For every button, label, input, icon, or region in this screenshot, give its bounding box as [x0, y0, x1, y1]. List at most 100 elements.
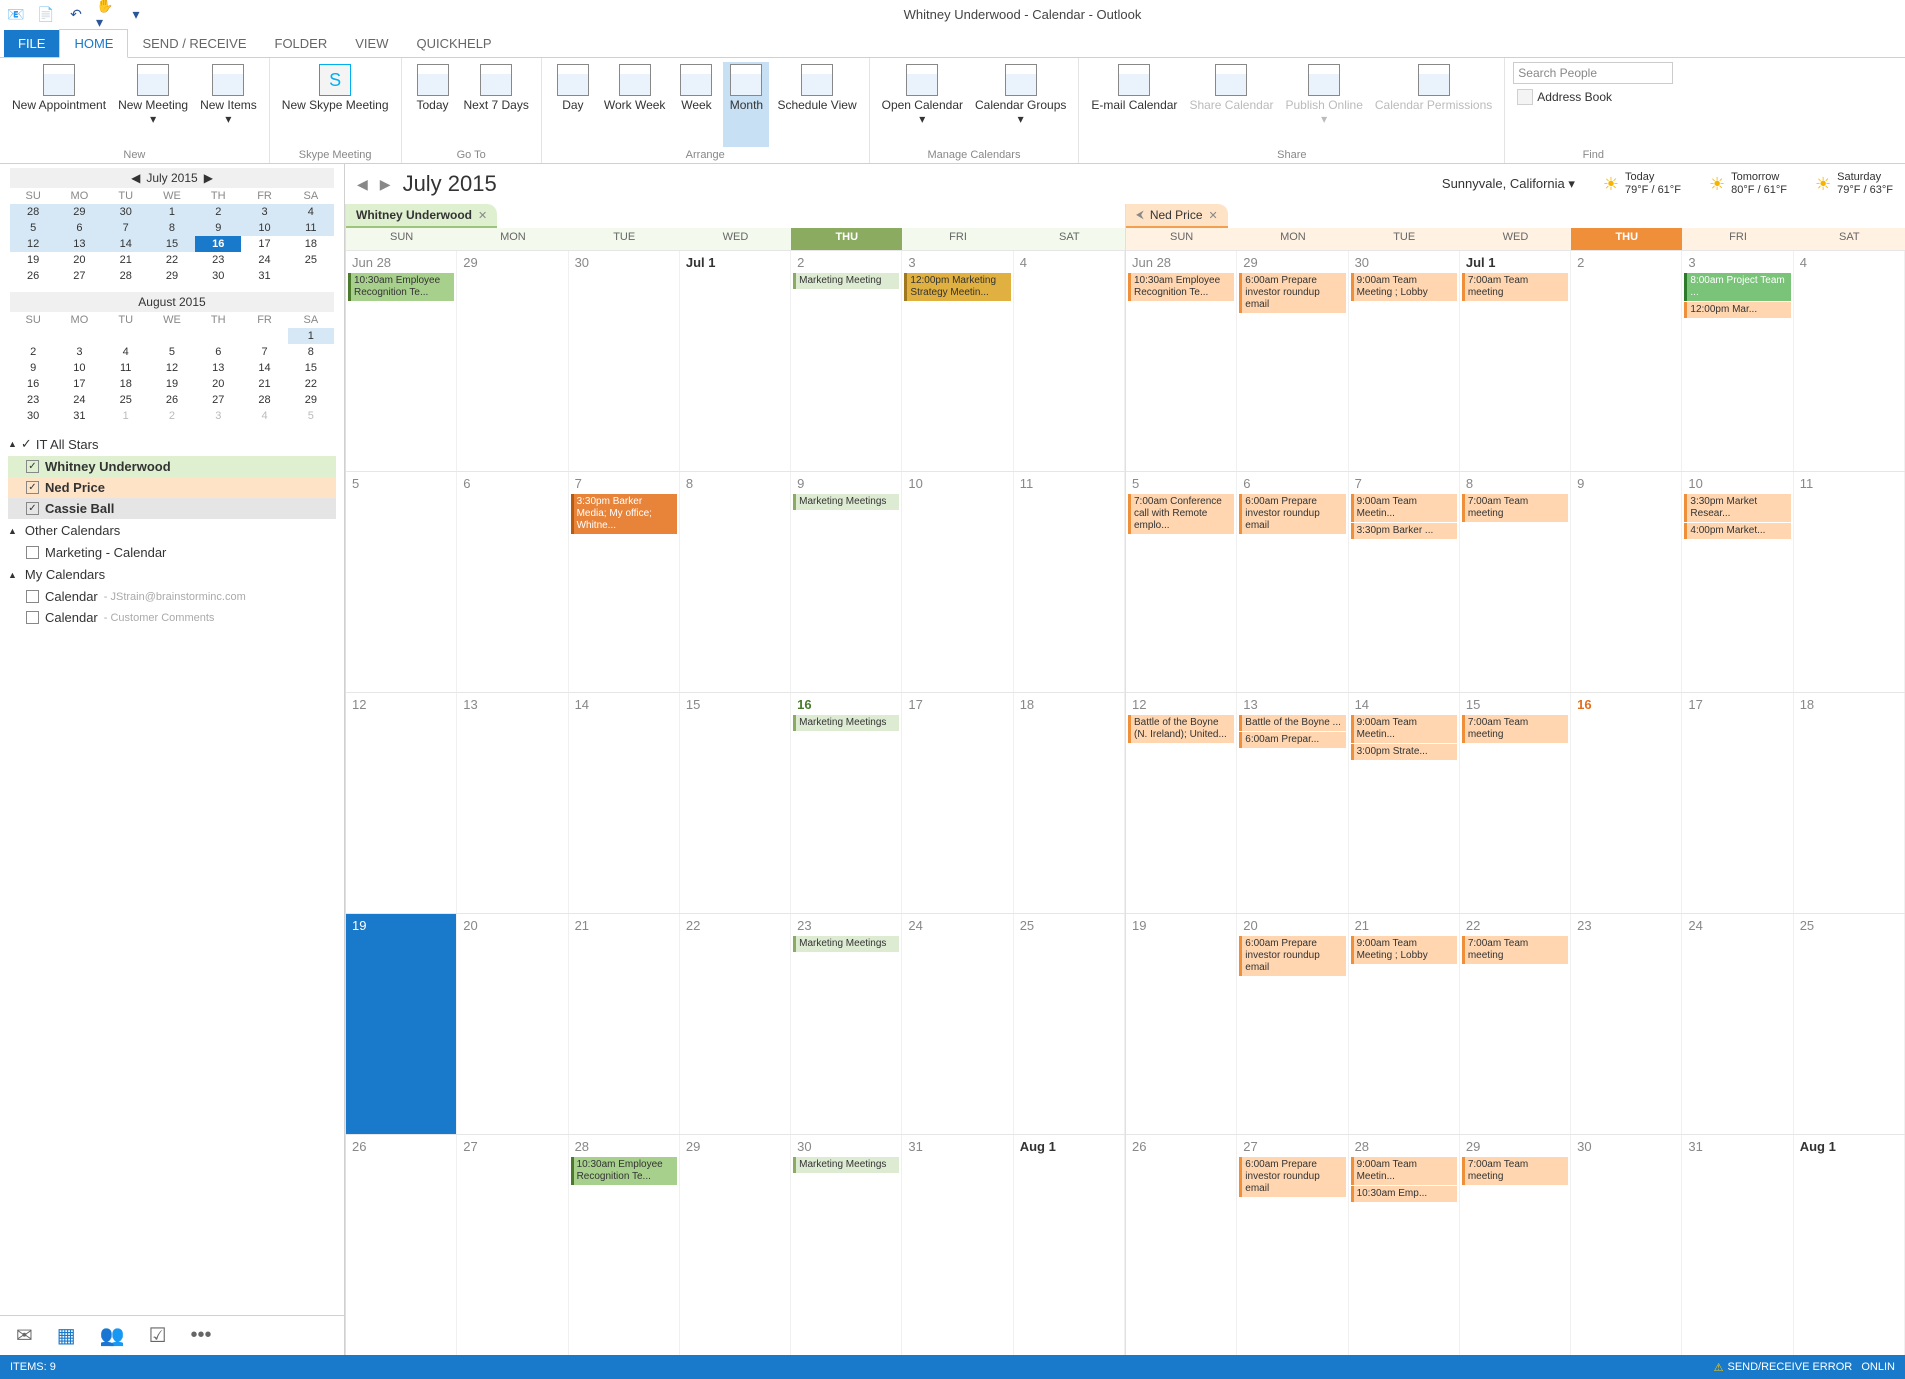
- calendar-cell[interactable]: 2Marketing Meeting: [791, 251, 902, 471]
- mini-day[interactable]: 4: [103, 344, 149, 360]
- calendar-cell[interactable]: 206:00am Prepare investor roundup email: [1237, 914, 1348, 1134]
- calendar-event[interactable]: 6:00am Prepare investor roundup email: [1239, 936, 1345, 976]
- mini-day[interactable]: [10, 328, 56, 344]
- date-navigator-august[interactable]: August 2015 SUMOTUWETHFRSA12345678910111…: [0, 288, 344, 428]
- mini-day[interactable]: 16: [195, 236, 241, 252]
- tab-home[interactable]: HOME: [59, 29, 128, 58]
- calendar-cell[interactable]: Jul 1: [680, 251, 791, 471]
- calendar-cell[interactable]: 26: [1126, 1135, 1237, 1355]
- tab-send-receive[interactable]: SEND / RECEIVE: [128, 30, 260, 57]
- calendar-cell[interactable]: 17: [902, 693, 1013, 913]
- calendar-item-cassie[interactable]: ✓Cassie Ball: [8, 498, 336, 519]
- checkbox-icon[interactable]: [26, 611, 39, 624]
- calendar-event[interactable]: 6:00am Prepare investor roundup email: [1239, 1157, 1345, 1197]
- mini-day[interactable]: 28: [241, 392, 287, 408]
- calendar-cell[interactable]: Jul 17:00am Team meeting: [1460, 251, 1571, 471]
- calendar-cell[interactable]: 12: [346, 693, 457, 913]
- mini-day[interactable]: 14: [103, 236, 149, 252]
- calendar-event[interactable]: 3:00pm Strate...: [1351, 744, 1457, 760]
- qat-touch-icon[interactable]: ✋▾: [96, 4, 116, 24]
- mini-day[interactable]: 12: [10, 236, 56, 252]
- mini-day[interactable]: 4: [241, 408, 287, 424]
- calendar-event[interactable]: 8:00am Project Team ...: [1684, 273, 1790, 301]
- calendar-icon[interactable]: ▦: [57, 1323, 76, 1348]
- calendar-event[interactable]: 7:00am Team meeting: [1462, 715, 1568, 743]
- calendar-cell[interactable]: 17: [1682, 693, 1793, 913]
- checkbox-icon[interactable]: ✓: [26, 481, 39, 494]
- calendar-event[interactable]: Battle of the Boyne (N. Ireland); United…: [1128, 715, 1234, 743]
- people-icon[interactable]: 👥: [100, 1323, 125, 1348]
- calendar-cell[interactable]: 18: [1014, 693, 1125, 913]
- calendar-cell[interactable]: 29: [457, 251, 568, 471]
- new-skype-meeting-button[interactable]: SNew Skype Meeting: [278, 62, 393, 147]
- mini-day[interactable]: 19: [149, 376, 195, 392]
- mini-day[interactable]: 24: [56, 392, 102, 408]
- close-icon[interactable]: ✕: [478, 209, 487, 222]
- mini-day[interactable]: 29: [149, 268, 195, 284]
- calendar-event[interactable]: 9:00am Team Meetin...: [1351, 1157, 1457, 1185]
- week-view-button[interactable]: Week: [673, 62, 719, 147]
- mini-day[interactable]: 23: [195, 252, 241, 268]
- calendar-event[interactable]: 6:00am Prepare investor roundup email: [1239, 494, 1345, 534]
- calendar-cell[interactable]: 10: [902, 472, 1013, 692]
- calendar-cell[interactable]: 5: [346, 472, 457, 692]
- mini-day[interactable]: 3: [195, 408, 241, 424]
- mini-day[interactable]: 1: [149, 204, 195, 220]
- schedule-view-button[interactable]: Schedule View: [773, 62, 860, 147]
- calendar-cell[interactable]: 309:00am Team Meeting ; Lobby: [1349, 251, 1460, 471]
- mini-day[interactable]: 9: [10, 360, 56, 376]
- calendar-cell[interactable]: 219:00am Team Meeting ; Lobby: [1349, 914, 1460, 1134]
- mini-day[interactable]: 20: [56, 252, 102, 268]
- calendar-event[interactable]: 10:30am Emp...: [1351, 1186, 1457, 1202]
- grid-tab-whitney[interactable]: Whitney Underwood✕: [346, 204, 497, 228]
- calendar-event[interactable]: Battle of the Boyne ...: [1239, 715, 1345, 731]
- calendar-cell[interactable]: 276:00am Prepare investor roundup email: [1237, 1135, 1348, 1355]
- calendar-cell[interactable]: 73:30pm Barker Media; My office; Whitne.…: [569, 472, 680, 692]
- calendar-cell[interactable]: 11: [1794, 472, 1905, 692]
- mini-day[interactable]: 29: [288, 392, 334, 408]
- weather-location[interactable]: Sunnyvale, California ▾: [1442, 176, 1575, 192]
- calendar-event[interactable]: Marketing Meetings: [793, 715, 899, 731]
- calendar-event[interactable]: 7:00am Team meeting: [1462, 273, 1568, 301]
- calendar-event[interactable]: Marketing Meeting: [793, 273, 899, 289]
- calendar-event[interactable]: 9:00am Team Meetin...: [1351, 715, 1457, 743]
- mini-day[interactable]: 11: [288, 220, 334, 236]
- calendar-cell[interactable]: 157:00am Team meeting: [1460, 693, 1571, 913]
- checkbox-icon[interactable]: ✓: [21, 436, 32, 452]
- group-other-calendars[interactable]: ▲Other Calendars: [8, 519, 336, 542]
- mini-day[interactable]: [103, 328, 149, 344]
- calendar-event[interactable]: Marketing Meetings: [793, 494, 899, 510]
- checkbox-icon[interactable]: [26, 590, 39, 603]
- calendar-cell[interactable]: 19: [1126, 914, 1237, 1134]
- calendar-event[interactable]: 10:30am Employee Recognition Te...: [571, 1157, 677, 1185]
- overlay-arrow-icon[interactable]: ⮜: [1136, 209, 1144, 222]
- mini-day[interactable]: [149, 328, 195, 344]
- calendar-cell[interactable]: 30Marketing Meetings: [791, 1135, 902, 1355]
- calendar-cell[interactable]: 22: [680, 914, 791, 1134]
- next-month-icon[interactable]: ▶: [204, 171, 213, 185]
- calendar-cell[interactable]: 38:00am Project Team ...12:00pm Mar...: [1682, 251, 1793, 471]
- mini-day[interactable]: 19: [10, 252, 56, 268]
- calendar-cell[interactable]: 30: [569, 251, 680, 471]
- mini-day[interactable]: 22: [288, 376, 334, 392]
- mini-day[interactable]: 13: [195, 360, 241, 376]
- calendar-cell[interactable]: 9: [1571, 472, 1682, 692]
- calendar-event[interactable]: 7:00am Team meeting: [1462, 494, 1568, 522]
- tab-view[interactable]: VIEW: [341, 30, 402, 57]
- mail-icon[interactable]: ✉: [16, 1323, 33, 1348]
- next-7-days-button[interactable]: Next 7 Days: [460, 62, 533, 147]
- calendar-cell[interactable]: 57:00am Conference call with Remote empl…: [1126, 472, 1237, 692]
- mini-day[interactable]: 17: [241, 236, 287, 252]
- calendar-cell[interactable]: 23Marketing Meetings: [791, 914, 902, 1134]
- calendar-event[interactable]: 3:30pm Barker ...: [1351, 523, 1457, 539]
- mini-day[interactable]: 30: [195, 268, 241, 284]
- mini-day[interactable]: 6: [195, 344, 241, 360]
- calendar-event[interactable]: 7:00am Team meeting: [1462, 936, 1568, 964]
- group-my-calendars[interactable]: ▲My Calendars: [8, 563, 336, 586]
- calendar-event[interactable]: 12:00pm Marketing Strategy Meetin...: [904, 273, 1010, 301]
- day-view-button[interactable]: Day: [550, 62, 596, 147]
- mini-day[interactable]: 5: [10, 220, 56, 236]
- calendar-cell[interactable]: 16: [1571, 693, 1682, 913]
- mini-day[interactable]: 31: [56, 408, 102, 424]
- calendar-event[interactable]: Marketing Meetings: [793, 936, 899, 952]
